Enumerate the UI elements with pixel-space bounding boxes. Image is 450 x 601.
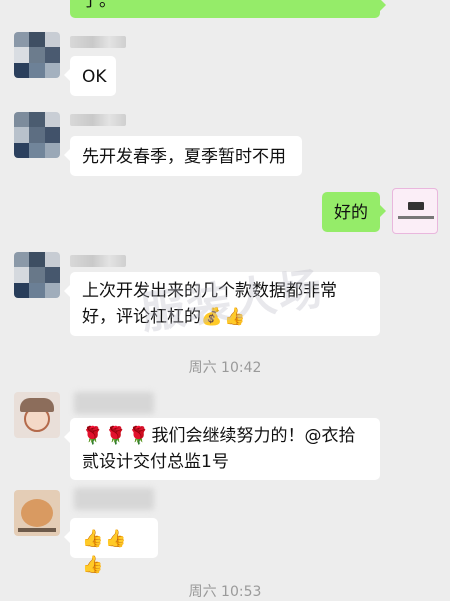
message-line: 好，评论杠杠的💰 👍 (82, 304, 368, 330)
message-line: 贰设计交付总监1号 (82, 452, 229, 472)
received-message-bubble[interactable]: 先开发春季，夏季暂时不用 (64, 136, 302, 176)
rose-icon: 🌹 (128, 426, 150, 446)
sender-name-redacted (70, 114, 126, 126)
timestamp: 周六 10:53 (188, 584, 262, 600)
contact-avatar[interactable] (14, 252, 60, 298)
timestamp: 周六 10:42 (188, 360, 262, 376)
hair-icon (20, 398, 54, 412)
received-message-bubble[interactable]: 🌹 🌹 🌹 我们会继续努力的！@衣拾 贰设计交付总监1号 (64, 418, 380, 480)
received-message-bubble[interactable]: 上次开发出来的几个款数据都非常 好，评论杠杠的💰 👍 (64, 272, 380, 336)
sender-name-redacted (70, 255, 126, 267)
thumbs-up-icon: 👍 (82, 529, 104, 549)
contact-avatar[interactable] (14, 392, 60, 438)
sender-name-redacted (74, 392, 154, 414)
contact-avatar[interactable] (14, 112, 60, 158)
brand-slogan-icon (398, 216, 434, 219)
received-message-bubble[interactable]: 👍 👍👍 (64, 518, 158, 575)
sender-name-redacted (70, 36, 126, 48)
chat-view: 了。 OK 先开发春季，夏季暂时不用 好的 上次开发出来的几个款数据都非常 好，… (0, 0, 450, 600)
message-line: 上次开发出来的几个款数据都非常 (82, 281, 337, 301)
my-avatar[interactable] (392, 188, 438, 234)
moneybag-icon: 💰 (201, 307, 223, 327)
rose-icon: 🌹 (82, 426, 104, 446)
contact-avatar[interactable] (14, 32, 60, 78)
received-message-bubble[interactable]: OK (64, 56, 116, 96)
thumbs-up-icon: 👍 (224, 307, 246, 327)
rose-icon: 🌹 (105, 426, 127, 446)
contact-avatar[interactable] (14, 490, 60, 536)
message-text: 了。 (82, 0, 116, 11)
thumbs-up-icon: 👍 (105, 529, 127, 549)
message-line: 🌹 🌹 🌹 我们会继续努力的！@衣拾 (82, 423, 368, 449)
brand-logo-icon (408, 202, 424, 210)
cat-face-icon (21, 499, 53, 527)
sent-message-bubble[interactable]: 好的 (322, 192, 386, 232)
sender-name-redacted (74, 488, 154, 510)
avatar-caption-icon (18, 528, 56, 532)
message-text: 先开发春季，夏季暂时不用 (82, 147, 286, 167)
thumbs-up-icon: 👍 (82, 555, 104, 575)
message-text: OK (82, 67, 107, 87)
message-text: 好的 (334, 203, 368, 223)
sent-message-bubble[interactable]: 了。 (70, 0, 386, 18)
